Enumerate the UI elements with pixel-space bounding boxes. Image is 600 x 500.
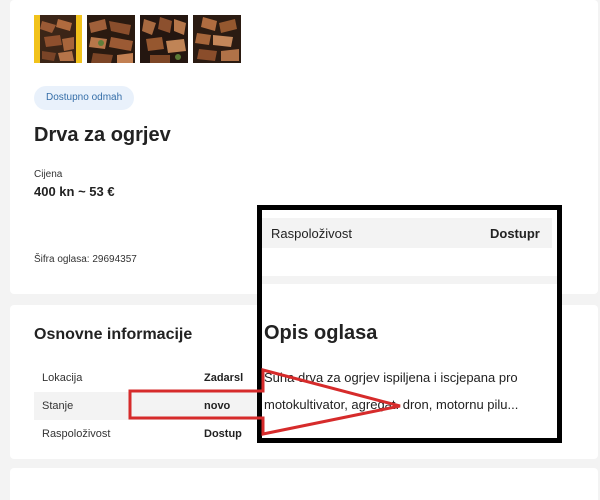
description-line-1: Suha drva za ogrjev ispiljena i iscjepan… bbox=[264, 370, 518, 385]
listing-title: Drva za ogrjev bbox=[34, 124, 171, 146]
info-value: novo bbox=[204, 400, 231, 412]
description-line-2: motokultivator, agregat. dron, motornu p… bbox=[264, 397, 519, 412]
info-key: Raspoloživost bbox=[42, 428, 111, 440]
basic-info-title: Osnovne informacije bbox=[34, 326, 193, 343]
info-key: Stanje bbox=[42, 400, 74, 412]
availability-badge: Dostupno odmah bbox=[34, 86, 135, 110]
price-label: Cijena bbox=[34, 169, 63, 180]
zoom-row-key: Raspoloživost bbox=[271, 225, 352, 241]
zoom-row-value: Dostupr bbox=[490, 225, 540, 241]
thumbnail-strip bbox=[34, 15, 241, 63]
price-value: 400 kn ~ 53 € bbox=[34, 184, 115, 199]
thumbnail-4[interactable] bbox=[193, 15, 241, 63]
thumbnail-1[interactable] bbox=[34, 15, 82, 63]
info-value: Dostup bbox=[204, 428, 242, 440]
info-key: Lokacija bbox=[42, 372, 83, 384]
thumbnail-2[interactable] bbox=[87, 15, 135, 63]
thumbnail-3[interactable] bbox=[140, 15, 188, 63]
zoom-callout: Raspoloživost Dostupr Opis oglasa Suha d… bbox=[257, 205, 562, 443]
zoom-divider bbox=[262, 276, 557, 284]
zoom-availability-row: Raspoloživost Dostupr bbox=[262, 218, 552, 248]
info-value: Zadarsl bbox=[204, 372, 244, 384]
next-card bbox=[10, 468, 598, 500]
description-title: Opis oglasa bbox=[264, 322, 378, 344]
ad-code: Šifra oglasa: 29694357 bbox=[34, 254, 137, 265]
